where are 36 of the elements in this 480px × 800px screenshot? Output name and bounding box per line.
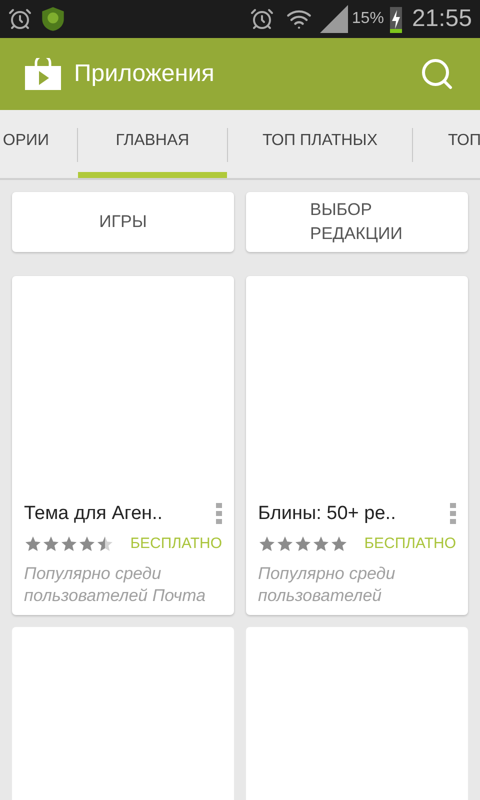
app-title: Блины: 50+ ре..	[258, 502, 396, 526]
alarm-icon	[8, 7, 32, 31]
shopping-bag-icon	[25, 58, 61, 90]
tab[interactable]: ГЛАВНАЯ	[78, 110, 227, 178]
shield-icon	[40, 6, 66, 32]
price-label: БЕСПЛАТНО	[364, 534, 456, 554]
battery-percent: 15%	[352, 9, 384, 29]
app-title: Приложения	[74, 59, 216, 89]
star-icon	[312, 534, 330, 553]
app-description: Популярно среди пользователей	[258, 563, 396, 607]
category-button[interactable]: ВЫБОР РЕДАКЦИИ	[246, 192, 468, 252]
tab[interactable]: ТОП	[413, 110, 480, 178]
clock: 21:55	[412, 4, 472, 34]
battery-icon	[388, 5, 404, 33]
star-icon	[294, 534, 312, 553]
signal-icon	[320, 5, 348, 33]
more-icon[interactable]	[450, 503, 456, 526]
tab[interactable]: ТОП ПЛАТНЫХ	[228, 110, 412, 178]
app-description: Популярно среди пользователей Почта	[24, 563, 207, 607]
star-icon	[42, 534, 60, 553]
more-icon[interactable]	[216, 503, 222, 526]
alarm-icon	[250, 7, 274, 31]
star-icon	[96, 534, 114, 553]
star-icon	[78, 534, 96, 553]
star-icon	[276, 534, 294, 553]
search-icon[interactable]	[419, 56, 455, 92]
app-card[interactable]: Тема для Аген.. БЕСПЛАТНО Популярно среди пользователей Почта	[12, 276, 234, 615]
price-label: БЕСПЛАТНО	[130, 534, 222, 554]
star-icon	[24, 534, 42, 553]
category-button[interactable]: ИГРЫ	[12, 192, 234, 252]
star-icon	[330, 534, 348, 553]
star-icon	[60, 534, 78, 553]
app-card[interactable]: Блины: 50+ ре.. БЕСПЛАТНО Популярно среди пользователей	[246, 276, 468, 615]
tab[interactable]: ОРИИ	[0, 110, 77, 178]
app-title: Тема для Аген..	[24, 502, 163, 526]
star-icon	[258, 534, 276, 553]
